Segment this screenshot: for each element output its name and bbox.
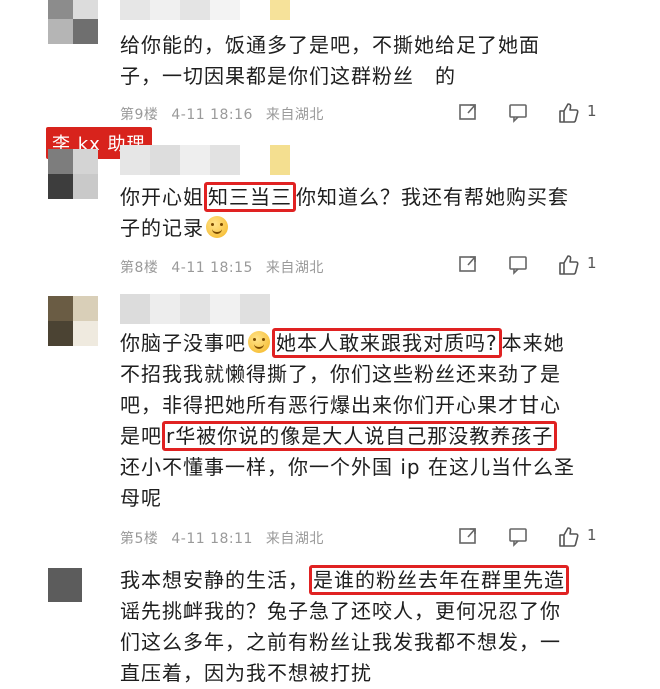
comment-text-part: 你脑子没事吧 xyxy=(120,331,246,355)
avatar[interactable] xyxy=(48,568,82,602)
floor-number: 第8楼 xyxy=(120,260,159,276)
comment-line: 谣先挑衅我的？兔子急了还咬人，更何况忍了你 xyxy=(120,599,561,623)
thumbs-up-icon[interactable] xyxy=(557,101,581,125)
comment-text: 给你能的，饭通多了是吧，不撕她给足了她面 子，一切因果都是你们这群粉丝 的 xyxy=(120,30,620,92)
comment-actions: 1 xyxy=(457,253,607,277)
comment-line: 子，一切因果都是你们这群粉丝 的 xyxy=(120,64,456,88)
thumbs-up-icon[interactable] xyxy=(557,253,581,277)
timestamp: 4-11 18:15 xyxy=(171,260,253,276)
comment-text-part: 你开心姐 xyxy=(120,185,204,209)
avatar[interactable] xyxy=(48,0,98,44)
comment-icon[interactable] xyxy=(507,101,529,123)
comment-text-part: 你知道么？我还有帮她购买套 xyxy=(296,185,569,209)
highlighted-text: 她本人敢来跟我对质吗? xyxy=(272,328,502,358)
avatar[interactable] xyxy=(48,149,98,199)
avatar[interactable] xyxy=(48,296,98,346)
share-icon[interactable] xyxy=(457,253,479,275)
comment-line: 们这么多年，之前有粉丝让我发我都不想发，一 xyxy=(120,630,561,654)
comment-text: 你开心姐 知三当三 你知道么？我还有帮她购买套 子的记录 xyxy=(120,182,620,244)
floor-number: 第9楼 xyxy=(120,107,159,123)
location: 来自湖北 xyxy=(265,531,324,547)
username[interactable] xyxy=(120,0,320,20)
comment-meta: 第5楼 4-11 18:11 来自湖北 xyxy=(120,528,332,548)
comment-line: 吧，非得把她所有恶行爆出来你们开心果才甘心 xyxy=(120,393,561,417)
comment-line: 母呢 xyxy=(120,486,162,510)
floor-number: 第5楼 xyxy=(120,531,159,547)
comment-item: 你脑子没事吧 她本人敢来跟我对质吗? 本来她 不招我我就懒得撕了，你们这些粉丝还来劲… xyxy=(0,290,660,550)
comment-item: 我本想安静的生活， 是谁的粉丝去年在群里先造 谣先挑衅我的？兔子急了还咬人，更何况… xyxy=(0,560,660,687)
comment-item: 你开心姐 知三当三 你知道么？我还有帮她购买套 子的记录 第8楼 4-11 18:1… xyxy=(0,145,660,285)
location: 来自湖北 xyxy=(265,260,324,276)
comment-text-part: 是吧 xyxy=(120,424,162,448)
smile-emoji-icon xyxy=(248,331,270,353)
comment-text: 你脑子没事吧 她本人敢来跟我对质吗? 本来她 不招我我就懒得撕了，你们这些粉丝还来劲… xyxy=(120,328,620,514)
timestamp: 4-11 18:11 xyxy=(171,531,253,547)
comment-actions: 1 xyxy=(457,525,607,549)
comment-actions: 1 xyxy=(457,101,607,125)
comment-line: 不招我我就懒得撕了，你们这些粉丝还来劲了是 xyxy=(120,362,561,386)
comment-line: 子的记录 xyxy=(120,216,204,240)
highlighted-text: 知三当三 xyxy=(204,182,296,212)
comment-text-part: 我本想安静的生活， xyxy=(120,568,309,592)
comment-icon[interactable] xyxy=(507,525,529,547)
comment-line: 直压着，因为我不想被打扰 xyxy=(120,661,372,685)
timestamp: 4-11 18:16 xyxy=(171,107,253,123)
location: 来自湖北 xyxy=(265,107,324,123)
comment-line: 还小不懂事一样，你一个外国 ip 在这儿当什么圣 xyxy=(120,455,575,479)
thumbs-up-icon[interactable] xyxy=(557,525,581,549)
username[interactable] xyxy=(120,294,310,324)
highlighted-text: r华被你说的像是大人说自己那没教养孩子 xyxy=(162,421,558,451)
smile-emoji-icon xyxy=(206,216,228,238)
username[interactable] xyxy=(120,145,320,175)
comment-text: 我本想安静的生活， 是谁的粉丝去年在群里先造 谣先挑衅我的？兔子急了还咬人，更何况… xyxy=(120,565,620,689)
like-count: 1 xyxy=(587,526,597,544)
highlighted-text: 是谁的粉丝去年在群里先造 xyxy=(309,565,569,595)
like-count: 1 xyxy=(587,102,597,120)
comment-item: 给你能的，饭通多了是吧，不撕她给足了她面 子，一切因果都是你们这群粉丝 的 第9… xyxy=(0,0,660,125)
comment-icon[interactable] xyxy=(507,253,529,275)
share-icon[interactable] xyxy=(457,525,479,547)
share-icon[interactable] xyxy=(457,101,479,123)
comment-meta: 第9楼 4-11 18:16 来自湖北 xyxy=(120,104,332,124)
comment-line: 给你能的，饭通多了是吧，不撕她给足了她面 xyxy=(120,33,540,57)
comment-meta: 第8楼 4-11 18:15 来自湖北 xyxy=(120,257,332,277)
comment-text-part: 本来她 xyxy=(501,331,565,355)
like-count: 1 xyxy=(587,254,597,272)
